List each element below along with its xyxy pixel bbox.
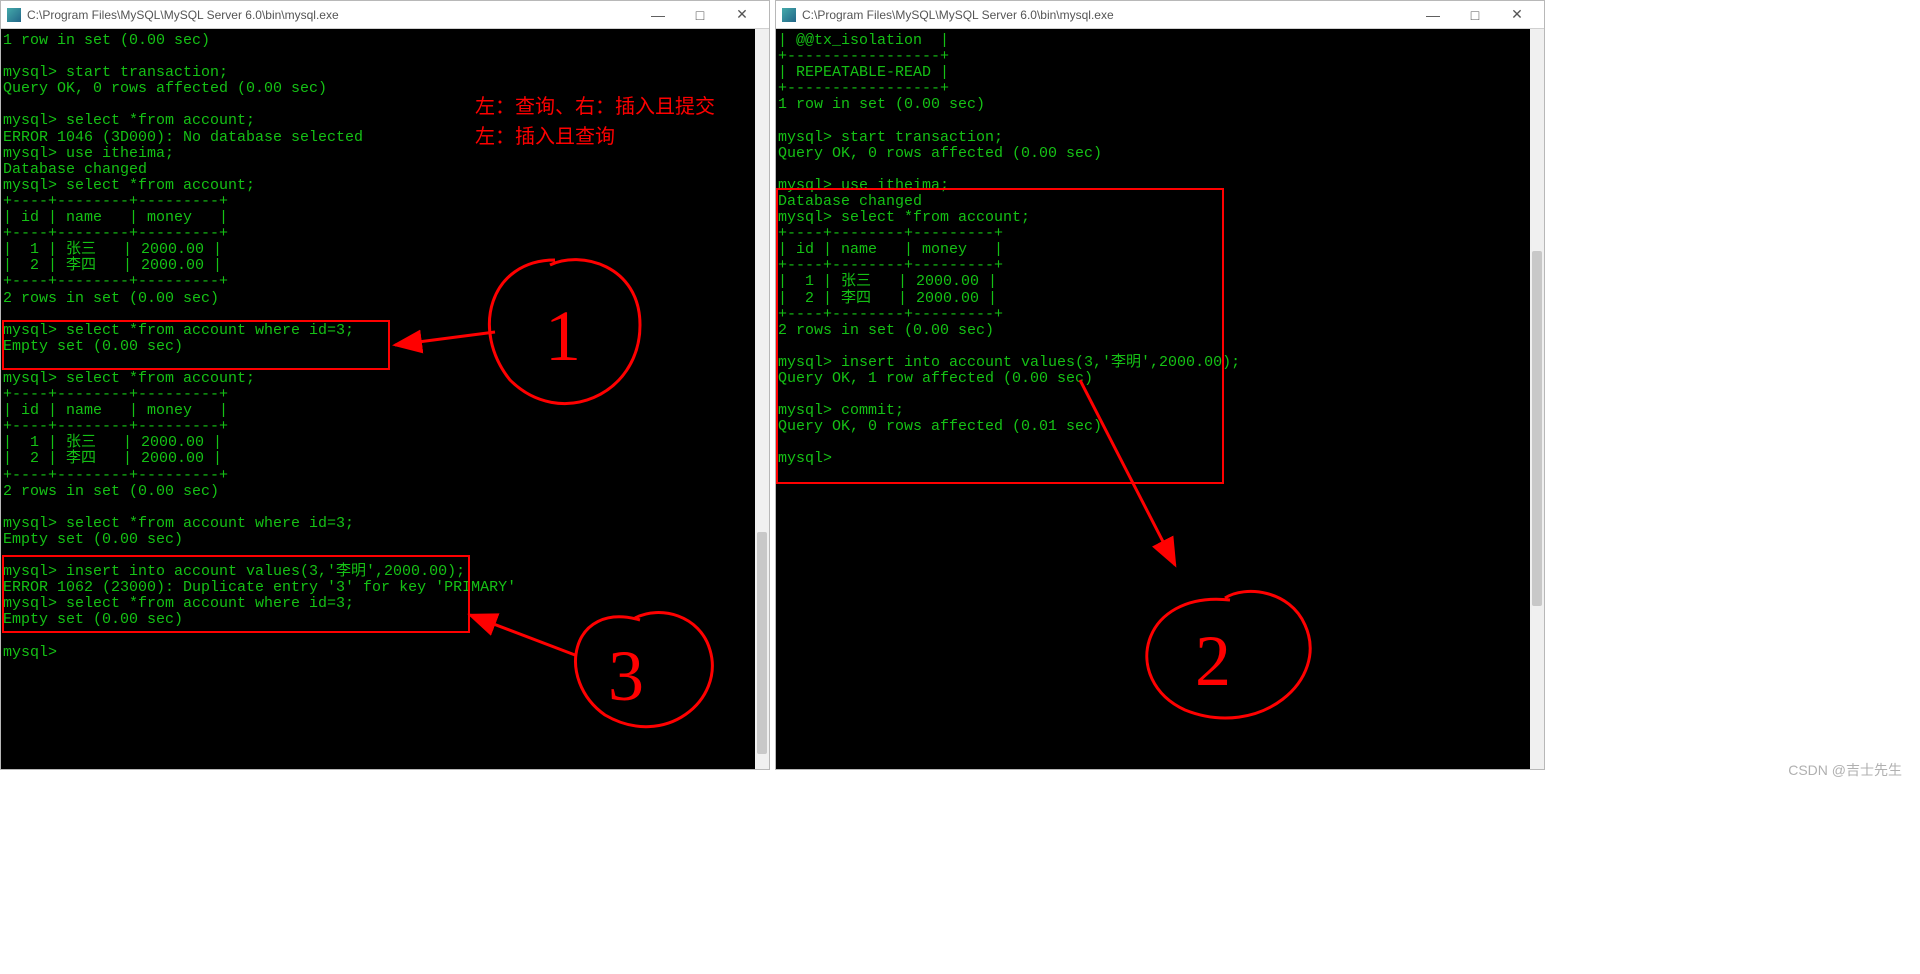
terminal-window-right: C:\Program Files\MySQL\MySQL Server 6.0\… [775, 0, 1545, 770]
watermark: CSDN @吉士先生 [1788, 760, 1902, 780]
maximize-button[interactable]: □ [679, 3, 721, 27]
terminal-body-left[interactable]: 1 row in set (0.00 sec) mysql> start tra… [1, 29, 769, 769]
close-button[interactable]: ✕ [721, 3, 763, 27]
window-title: C:\Program Files\MySQL\MySQL Server 6.0\… [27, 8, 637, 22]
minimize-button[interactable]: — [637, 3, 679, 27]
app-icon [782, 8, 796, 22]
terminal-output: 1 row in set (0.00 sec) mysql> start tra… [3, 33, 755, 661]
scrollbar-left[interactable] [755, 29, 769, 769]
terminal-body-right[interactable]: | @@tx_isolation | +-----------------+ |… [776, 29, 1544, 769]
terminal-output: | @@tx_isolation | +-----------------+ |… [778, 33, 1530, 468]
titlebar-right[interactable]: C:\Program Files\MySQL\MySQL Server 6.0\… [776, 1, 1544, 29]
app-icon [7, 8, 21, 22]
window-title: C:\Program Files\MySQL\MySQL Server 6.0\… [802, 8, 1412, 22]
terminal-window-left: C:\Program Files\MySQL\MySQL Server 6.0\… [0, 0, 770, 770]
scroll-thumb[interactable] [757, 532, 767, 754]
maximize-button[interactable]: □ [1454, 3, 1496, 27]
minimize-button[interactable]: — [1412, 3, 1454, 27]
close-button[interactable]: ✕ [1496, 3, 1538, 27]
titlebar-left[interactable]: C:\Program Files\MySQL\MySQL Server 6.0\… [1, 1, 769, 29]
scrollbar-right[interactable] [1530, 29, 1544, 769]
scroll-thumb[interactable] [1532, 251, 1542, 606]
